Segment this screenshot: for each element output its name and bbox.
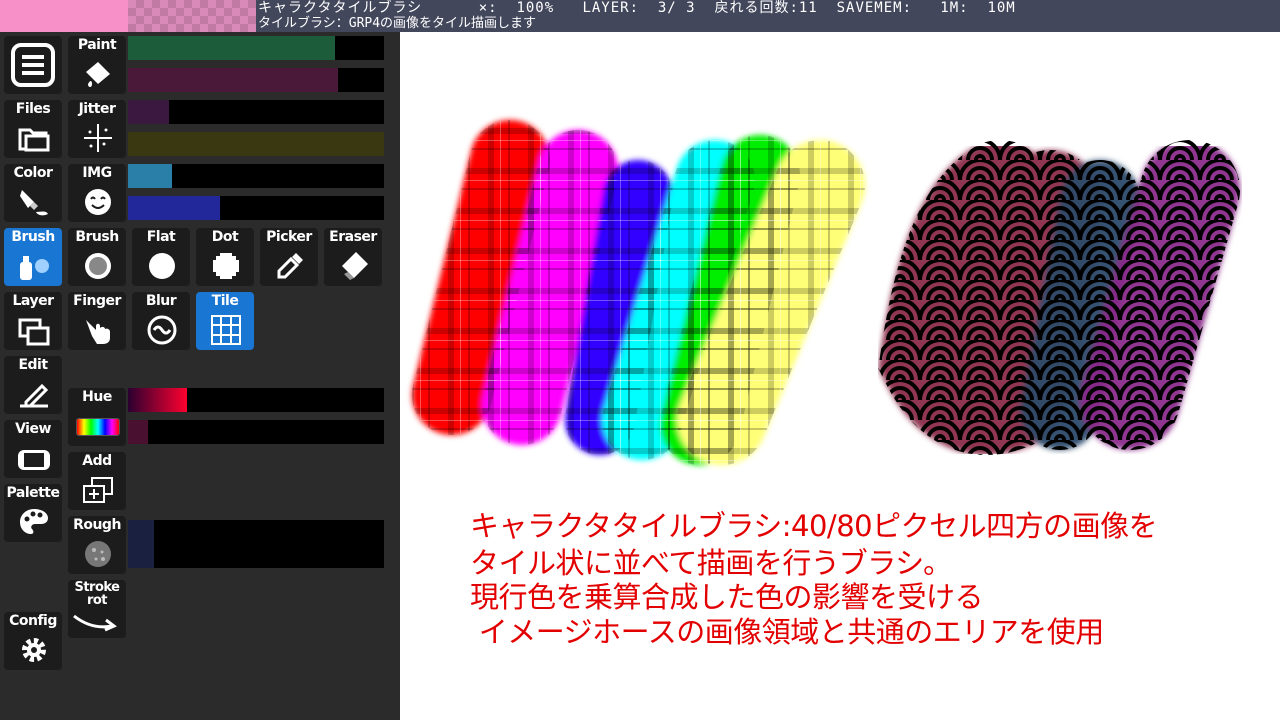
- add-label: Add: [82, 453, 112, 469]
- finger-tool-label: Finger: [73, 293, 121, 309]
- img-slider-b[interactable]: [128, 196, 384, 220]
- brush-tool-label: Brush: [75, 229, 119, 245]
- caption-line-1: キャラクタタイルブラシ:40/80ピクセル四方の画像を: [470, 509, 1158, 543]
- blur-tool-label: Blur: [145, 293, 177, 309]
- blur-swirl-icon: [147, 315, 177, 345]
- tile-tool-label: Tile: [211, 293, 239, 309]
- jitter-slider-a-fill: [128, 100, 169, 124]
- edit-button[interactable]: Edit: [4, 356, 62, 414]
- hue-slider-a[interactable]: [128, 388, 384, 412]
- gear-icon: [22, 638, 46, 662]
- img-slider-a-fill: [128, 164, 172, 188]
- menu-button[interactable]: [4, 36, 62, 94]
- hue-label: Hue: [82, 389, 112, 405]
- palette-button[interactable]: Palette: [4, 484, 62, 542]
- tool-panel: Files Color Brush Layer Edit View Palett…: [0, 32, 400, 720]
- color-label: Color: [13, 165, 53, 181]
- picker-tool-label: Picker: [266, 229, 312, 245]
- config-label: Config: [9, 613, 57, 629]
- hamburger-menu-icon: [11, 43, 55, 87]
- rough-label: Rough: [73, 517, 121, 533]
- status-line-2: タイルブラシ：GRP4の画像をタイル描画します: [258, 16, 537, 31]
- jitter-button[interactable]: Jitter: [68, 100, 126, 158]
- caption-line-3: 現行色を乗算合成した色の影響を受ける: [470, 580, 984, 614]
- picker-tool-button[interactable]: Picker: [260, 228, 318, 286]
- background-color-swatch[interactable]: [128, 0, 256, 32]
- rough-button[interactable]: Rough: [68, 516, 126, 574]
- img-slider-a[interactable]: [128, 164, 384, 188]
- eyedropper-icon: [277, 253, 303, 279]
- paint-slider-b[interactable]: [128, 68, 384, 92]
- tile-grid-icon: [211, 315, 241, 345]
- smudge-finger-icon: [86, 320, 110, 344]
- paint-button[interactable]: Paint: [68, 36, 126, 94]
- soft-circle-icon: [85, 253, 111, 279]
- jitter-crosshair-icon: [84, 124, 112, 152]
- jitter-label: Jitter: [78, 101, 116, 117]
- rough-slider-fill: [128, 520, 154, 568]
- paint-slider-a[interactable]: [128, 36, 384, 60]
- palette-label: Palette: [6, 485, 60, 501]
- paint-label: Paint: [77, 37, 117, 53]
- color-button[interactable]: Color: [4, 164, 62, 222]
- config-button[interactable]: Config: [4, 612, 62, 670]
- hue-slider-b[interactable]: [128, 420, 384, 444]
- status-bar: キャラクタタイルブラシ ×: 100% LAYER: 3/ 3 戻れる回数:11…: [0, 0, 1280, 32]
- eraser-icon: [342, 252, 368, 280]
- foreground-color-swatch[interactable]: [0, 0, 128, 32]
- img-label: IMG: [82, 165, 112, 181]
- dot-tool-label: Dot: [211, 229, 239, 245]
- handheld-console-icon: [18, 450, 50, 470]
- pen-edit-icon: [20, 383, 49, 408]
- stroke-rot-label: Stroke rot: [74, 580, 120, 608]
- smiley-icon: [85, 189, 111, 215]
- hue-spectrum-icon: [76, 418, 120, 436]
- rough-texture-icon: [85, 541, 111, 567]
- rough-slider[interactable]: [128, 520, 384, 568]
- flat-circle-icon: [149, 253, 175, 279]
- pixel-dot-icon: [213, 253, 239, 279]
- stroke-rotate-arrow-icon: [73, 614, 117, 632]
- add-blend-icon: [83, 477, 113, 503]
- folder-icon: [18, 128, 50, 152]
- hue-button[interactable]: Hue: [68, 388, 126, 446]
- tile-tool-button[interactable]: Tile: [196, 292, 254, 350]
- eraser-tool-label: Eraser: [329, 229, 377, 245]
- airbrush-icon: [20, 256, 49, 280]
- stroke-rot-button[interactable]: Stroke rot: [68, 580, 126, 638]
- hue-slider-a-fill: [128, 388, 187, 412]
- eraser-tool-button[interactable]: Eraser: [324, 228, 382, 286]
- flat-tool-button[interactable]: Flat: [132, 228, 190, 286]
- view-label: View: [15, 421, 51, 437]
- caption-line-2: タイル状に並べて描画を行うブラシ。: [470, 546, 952, 580]
- hue-slider-b-fill: [128, 420, 149, 444]
- jitter-slider-a[interactable]: [128, 100, 384, 124]
- add-button[interactable]: Add: [68, 452, 126, 510]
- brush-category-label: Brush: [11, 229, 55, 245]
- finger-tool-button[interactable]: Finger: [68, 292, 126, 350]
- paint-slider-b-fill: [128, 68, 338, 92]
- brush-tool-button[interactable]: Brush: [68, 228, 126, 286]
- status-line-1: キャラクタタイルブラシ ×: 100% LAYER: 3/ 3 戻れる回数:11…: [258, 0, 1016, 16]
- files-button[interactable]: Files: [4, 100, 62, 158]
- files-label: Files: [15, 101, 51, 117]
- paint-tube-icon: [20, 190, 48, 216]
- dot-tool-button[interactable]: Dot: [196, 228, 254, 286]
- paint-slider-a-fill: [128, 36, 336, 60]
- img-button[interactable]: IMG: [68, 164, 126, 222]
- brush-category-button[interactable]: Brush: [4, 228, 62, 286]
- layers-icon: [18, 318, 50, 346]
- blur-tool-button[interactable]: Blur: [132, 292, 190, 350]
- layer-button[interactable]: Layer: [4, 292, 62, 350]
- jitter-slider-b-fill: [128, 132, 384, 156]
- edit-label: Edit: [18, 357, 48, 373]
- jitter-slider-b[interactable]: [128, 132, 384, 156]
- paint-bucket-icon: [86, 62, 110, 87]
- palette-icon: [20, 509, 48, 534]
- layer-label: Layer: [12, 293, 54, 309]
- caption-line-4: イメージホースの画像領域と共通のエリアを使用: [470, 615, 1104, 649]
- view-button[interactable]: View: [4, 420, 62, 478]
- img-slider-b-fill: [128, 196, 221, 220]
- flat-tool-label: Flat: [146, 229, 176, 245]
